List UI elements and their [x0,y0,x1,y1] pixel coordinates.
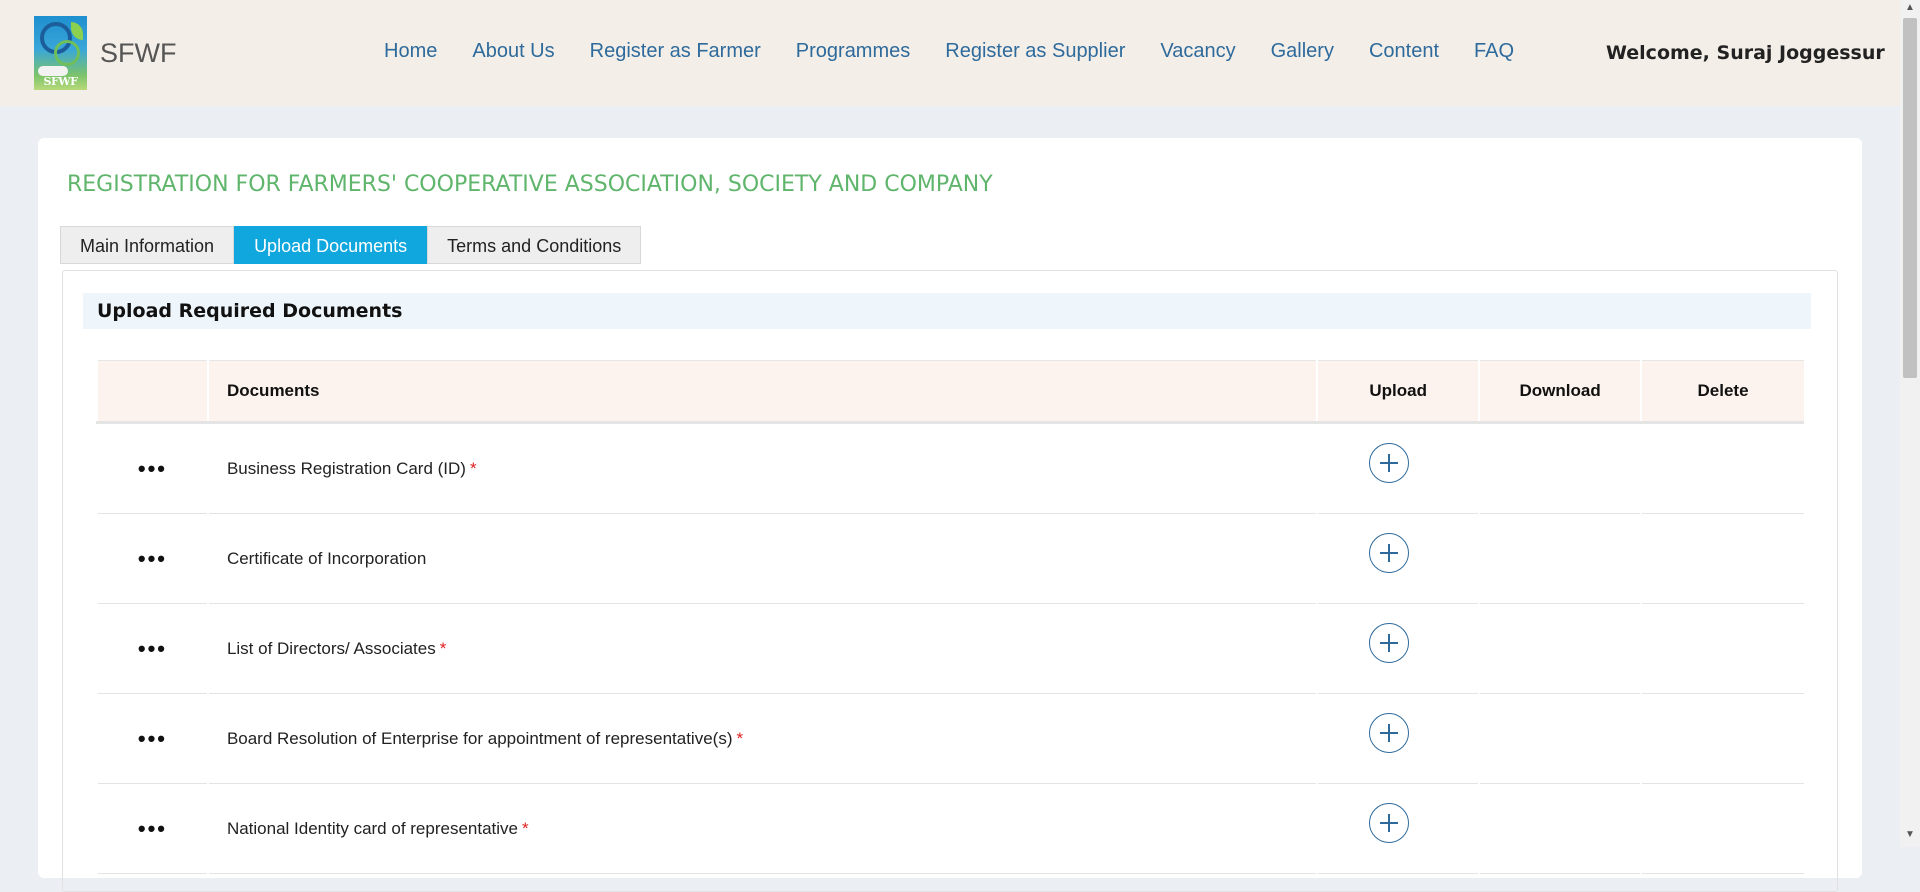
upload-panel: Upload Required Documents Documents Uplo… [62,270,1838,892]
main-nav: Home About Us Register as Farmer Program… [384,40,1549,63]
more-horizontal-icon[interactable]: ••• [138,816,167,841]
registration-tabs: Main Information Upload Documents Terms … [60,226,642,264]
table-row: ••• National Identity card of representa… [96,783,1804,874]
delete-cell [1640,513,1804,604]
nav-home[interactable]: Home [384,40,437,63]
tab-upload-documents[interactable]: Upload Documents [234,226,428,264]
more-horizontal-icon[interactable]: ••• [138,546,167,571]
nav-gallery[interactable]: Gallery [1271,40,1334,63]
required-marker: * [736,728,744,748]
plus-circle-icon[interactable] [1369,533,1410,573]
delete-cell [1640,783,1804,874]
download-cell [1478,693,1642,784]
header-menu [96,360,208,424]
scroll-down-icon[interactable]: ▼ [1900,829,1920,845]
table-header-row: Documents Upload Download Delete [96,360,1804,424]
table-row: ••• Certificate of Incorporation [96,513,1804,604]
document-name: Certificate of Incorporation [226,548,427,568]
registration-card: REGISTRATION FOR FARMERS' COOPERATIVE AS… [38,138,1862,892]
document-name: Board Resolution of Enterprise for appoi… [226,728,733,748]
plus-circle-icon[interactable] [1369,443,1410,483]
nav-register-farmer[interactable]: Register as Farmer [590,40,761,63]
scroll-thumb[interactable] [1903,18,1917,378]
scroll-up-icon[interactable]: ▲ [1900,2,1920,18]
more-horizontal-icon[interactable]: ••• [138,726,167,751]
brand-name[interactable]: SFWF [100,38,176,69]
header-delete: Delete [1640,360,1804,424]
sfwf-logo[interactable]: SFWF [34,16,87,90]
welcome-user[interactable]: Welcome, Suraj Joggessur [1606,42,1885,64]
header-upload: Upload [1316,360,1480,424]
delete-cell [1640,422,1804,514]
download-cell [1478,513,1642,604]
nav-programmes[interactable]: Programmes [796,40,910,63]
nav-about-us[interactable]: About Us [472,40,554,63]
plus-circle-icon[interactable] [1369,623,1410,663]
delete-cell [1640,603,1804,694]
table-row: ••• List of Directors/ Associates * [96,603,1804,694]
document-name: Business Registration Card (ID) [226,458,466,478]
plus-circle-icon[interactable] [1369,713,1410,753]
plus-circle-icon[interactable] [1369,803,1410,843]
document-name: National Identity card of representative [226,818,518,838]
download-cell [1478,422,1642,514]
required-marker: * [439,638,447,658]
nav-vacancy[interactable]: Vacancy [1160,40,1235,63]
more-horizontal-icon[interactable]: ••• [138,456,167,481]
table-row: ••• Board Resolution of Enterprise for a… [96,693,1804,784]
top-navbar: SFWF SFWF Home About Us Register as Farm… [0,0,1900,106]
delete-cell [1640,693,1804,784]
nav-content[interactable]: Content [1369,40,1439,63]
tab-terms-and-conditions[interactable]: Terms and Conditions [427,226,642,264]
tab-main-information[interactable]: Main Information [60,226,235,264]
table-row: ••• Business Registration Card (ID) * [96,422,1804,514]
documents-table: Documents Upload Download Delete ••• Bus… [96,360,1804,874]
required-marker: * [469,458,477,478]
more-horizontal-icon[interactable]: ••• [138,636,167,661]
download-cell [1478,783,1642,874]
header-download: Download [1478,360,1642,424]
page-title: REGISTRATION FOR FARMERS' COOPERATIVE AS… [67,172,993,197]
required-marker: * [522,818,529,838]
page-scrollbar[interactable]: ▲ ▼ [1900,0,1920,847]
nav-faq[interactable]: FAQ [1474,40,1514,63]
nav-register-supplier[interactable]: Register as Supplier [945,40,1125,63]
download-cell [1478,603,1642,694]
header-documents: Documents [206,360,1318,424]
document-name: List of Directors/ Associates [226,638,436,658]
section-header: Upload Required Documents [83,293,1811,329]
section-title: Upload Required Documents [97,300,403,322]
